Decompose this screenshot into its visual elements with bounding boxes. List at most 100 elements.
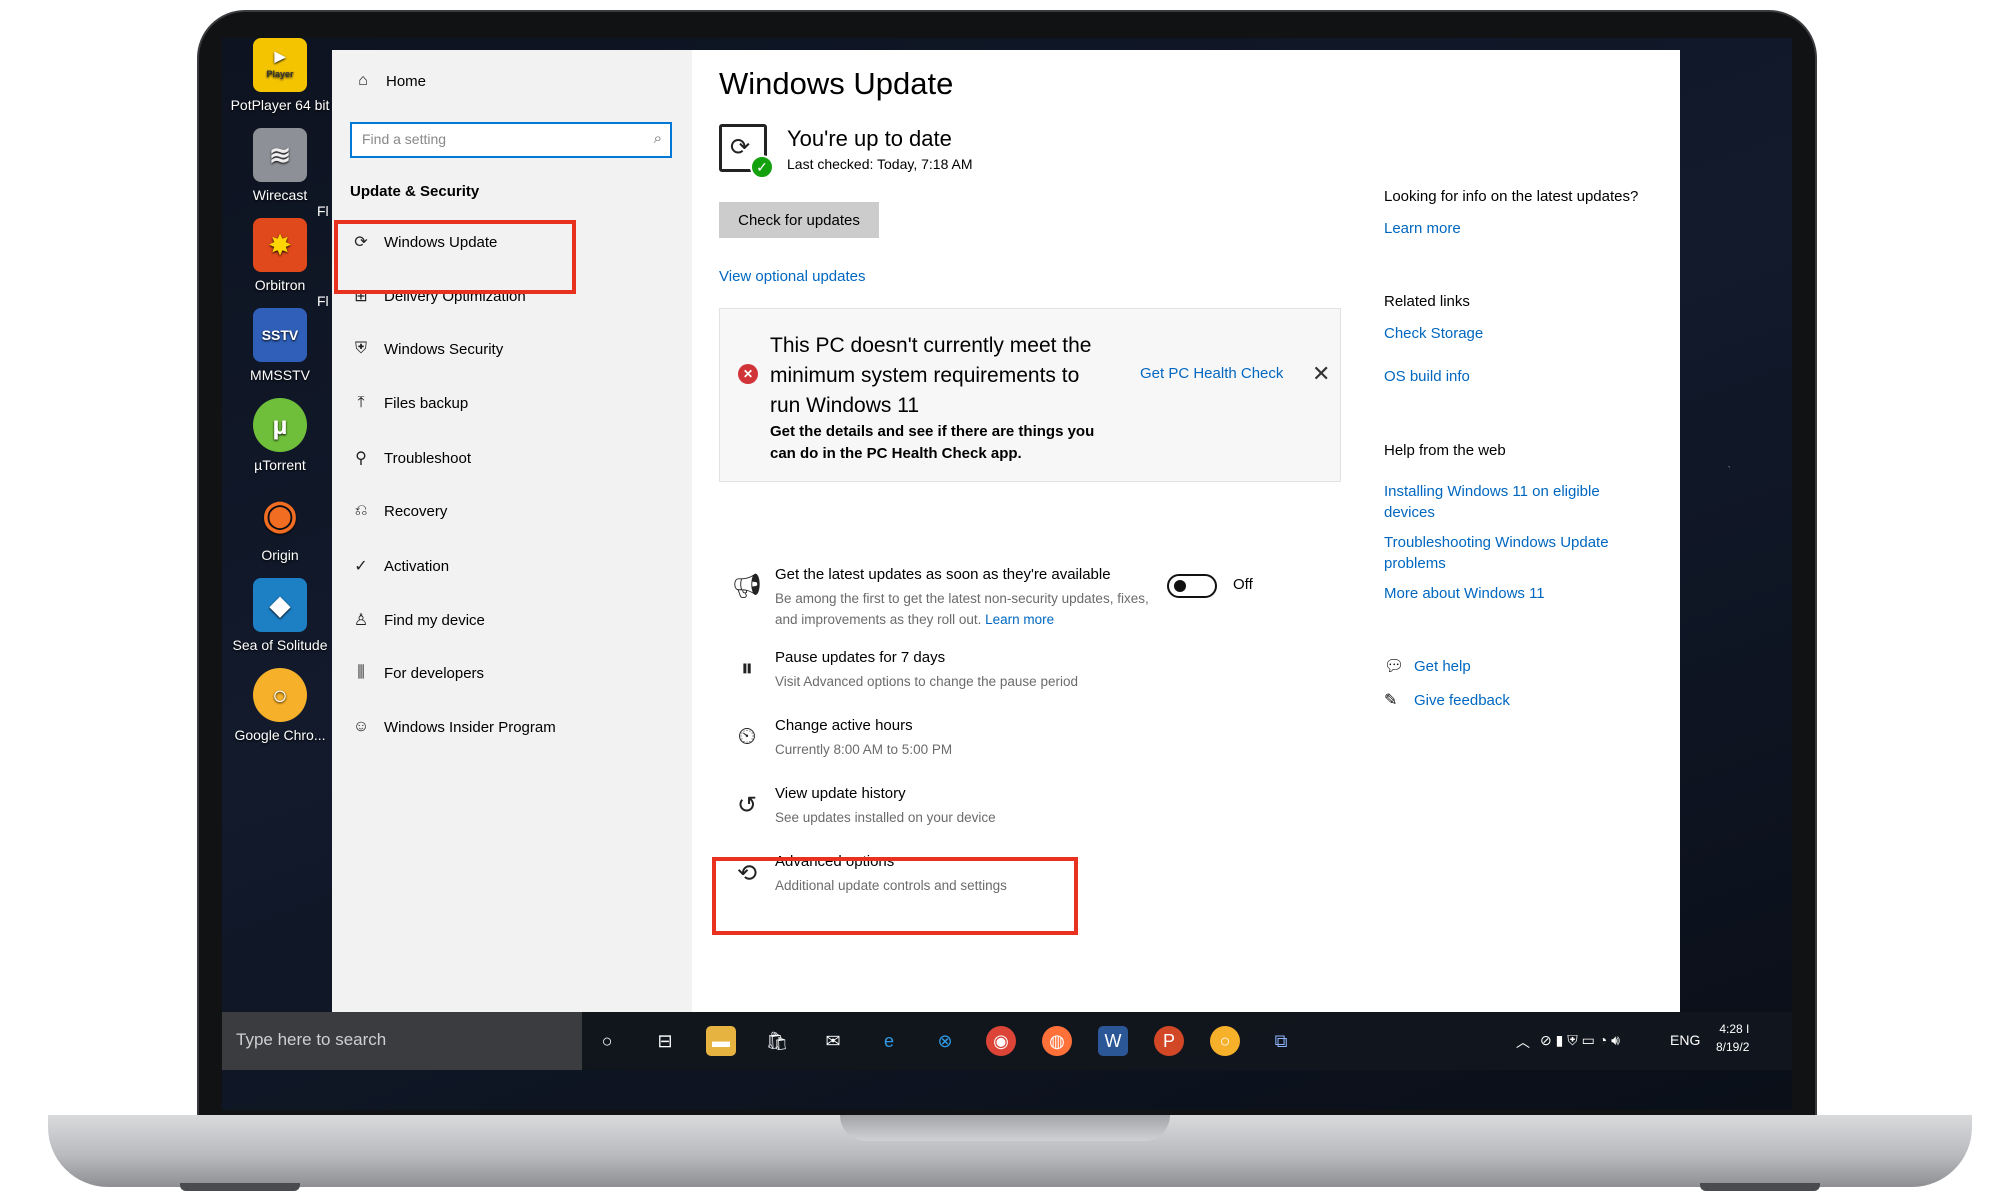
option-view-update-history[interactable]: ↺ View update history See updates instal… — [719, 785, 1319, 833]
file-explorer-icon[interactable]: ▬ — [706, 1026, 736, 1056]
sidebar-home[interactable]: ⌂ Home — [352, 72, 426, 90]
sidebar-item-for-developers[interactable]: ⫼ For developers — [350, 664, 484, 682]
find-setting-input[interactable]: Find a setting ⌕ — [350, 122, 672, 158]
desktop-icon-wirecast[interactable]: ≋ Wirecast — [230, 128, 330, 204]
sidebar-item-find-my-device[interactable]: ♙ Find my device — [350, 610, 485, 630]
last-checked-text: Last checked: Today, 7:18 AM — [787, 156, 973, 172]
orbitron-icon: ✸ — [253, 218, 307, 272]
potplayer-icon: ▶ Player — [253, 38, 307, 92]
os-build-info-link[interactable]: OS build info — [1384, 366, 1674, 387]
learn-more-updates-link[interactable]: Learn more — [1384, 218, 1674, 239]
related-links-title: Related links — [1384, 293, 1470, 310]
taskbar-search-box[interactable]: Type here to search — [222, 1012, 582, 1070]
help-chat-icon: 💬︎ — [1384, 658, 1405, 675]
sidebar-item-recovery[interactable]: ⎌ Recovery — [350, 502, 448, 520]
megaphone-icon: 📢︎ — [731, 572, 763, 600]
history-icon: ↺ — [736, 791, 758, 819]
show-hidden-icons-chevron-icon[interactable]: ︿ — [1516, 1032, 1530, 1052]
close-icon[interactable]: ✕ — [1312, 361, 1330, 387]
sidebar-item-activation[interactable]: ✓ Activation — [350, 556, 449, 576]
option-pause-updates[interactable]: ⏸︎ Pause updates for 7 days Visit Advanc… — [719, 649, 1319, 697]
firefox-icon[interactable]: ◍ — [1042, 1026, 1072, 1056]
search-icon: ⌕ — [653, 130, 662, 147]
feedback-icon: ✎ — [1384, 692, 1398, 709]
taskbar-clock[interactable]: 4:28 I 8/19/2 — [1716, 1020, 1749, 1056]
get-help-item[interactable]: 💬︎ Get help — [1384, 656, 1674, 677]
laptop-foot — [180, 1183, 300, 1191]
desktop-icon-orbitron[interactable]: ✸ Orbitron — [230, 218, 330, 294]
wrench-icon: ⚲ — [355, 450, 367, 467]
task-view-icon[interactable]: ⊟ — [650, 1026, 680, 1056]
mmsstv-icon: SSTV — [253, 308, 307, 362]
more-about-windows-11-link[interactable]: More about Windows 11 — [1384, 583, 1674, 604]
cortana-icon[interactable]: ○ — [592, 1026, 622, 1056]
sliders-icon: ⫼ — [357, 664, 365, 681]
edge-icon[interactable]: e — [874, 1026, 904, 1056]
desktop-icon-origin[interactable]: ◉ Origin — [230, 488, 330, 564]
check-storage-link[interactable]: Check Storage — [1384, 323, 1674, 344]
recovery-icon: ⎌ — [354, 502, 368, 519]
desktop-icon-google-chrome[interactable]: ○ Google Chro... — [230, 668, 330, 744]
view-optional-updates-link[interactable]: View optional updates — [719, 268, 866, 285]
chrome-icon: ○ — [253, 668, 307, 722]
remote-desktop-icon[interactable]: ⧉ — [1266, 1026, 1296, 1056]
error-icon: ✕ — [738, 364, 758, 384]
insider-icon: ☺ — [352, 718, 370, 735]
learn-more-link[interactable]: Learn more — [985, 612, 1054, 627]
sidebar-item-files-backup[interactable]: ⤒ Files backup — [350, 394, 468, 412]
sidebar-item-windows-security[interactable]: ⛨ Windows Security — [350, 340, 503, 358]
chrome-canary-icon[interactable]: ○ — [1210, 1026, 1240, 1056]
word-icon[interactable]: W — [1098, 1026, 1128, 1056]
option-latest-updates: 📢︎ Get the latest updates as soon as the… — [731, 566, 1253, 627]
option-change-active-hours[interactable]: ⏲︎ Change active hours Currently 8:00 AM… — [719, 717, 1319, 765]
desktop-icon-potplayer[interactable]: ▶ Player PotPlayer 64 bit — [230, 38, 330, 114]
page-title: Windows Update — [719, 66, 954, 101]
latest-updates-toggle[interactable] — [1167, 574, 1217, 598]
update-status-icon: ⟳ ✓ — [719, 124, 774, 179]
desktop-icon-utorrent[interactable]: µ µTorrent — [230, 398, 330, 474]
highlight-box-advanced-options — [712, 857, 1078, 935]
powerpoint-icon[interactable]: P — [1154, 1026, 1184, 1056]
wirecast-icon: ≋ — [253, 128, 307, 182]
highlight-box-windows-update — [334, 220, 576, 294]
sidebar-item-windows-insider-program[interactable]: ☺ Windows Insider Program — [350, 718, 556, 736]
desktop-icon-mmsstv[interactable]: SSTV MMSSTV — [230, 308, 330, 384]
info-text: Looking for info on the latest updates? — [1384, 188, 1639, 205]
mail-icon[interactable]: ✉ — [818, 1026, 848, 1056]
origin-icon: ◉ — [262, 493, 298, 537]
status-title: You're up to date — [787, 126, 952, 151]
laptop-notch — [840, 1115, 1170, 1141]
desktop-screen: ▶ Player PotPlayer 64 bit ≋ Wirecast ✸ Or… — [222, 38, 1792, 1110]
check-for-updates-button[interactable]: Check for updates — [719, 202, 879, 238]
pause-icon: ⏸︎ — [741, 655, 753, 682]
person-icon: ♙ — [353, 612, 369, 629]
give-feedback-item[interactable]: ✎ Give feedback — [1384, 690, 1674, 711]
notice-title: This PC doesn't currently meet the minim… — [770, 334, 1092, 417]
installing-windows-11-link[interactable]: Installing Windows 11 on eligible device… — [1384, 481, 1644, 523]
desktop-icon-sea-of-solitude[interactable]: ◆ Sea of Solitude — [230, 578, 330, 654]
sidebar-item-troubleshoot[interactable]: ⚲ Troubleshoot — [350, 448, 471, 468]
clock-gear-icon: ⏲︎ — [737, 723, 757, 750]
xbox-icon[interactable]: ⊗ — [930, 1026, 960, 1056]
chrome-taskbar-icon[interactable]: ◉ — [986, 1026, 1016, 1056]
store-icon[interactable]: 🛍︎ — [762, 1026, 792, 1056]
settings-sidebar: ⌂ Home Find a setting ⌕ Update & Securit… — [332, 50, 692, 1012]
taskbar: Type here to search ○ ⊟ ▬ 🛍︎ ✉ e ⊗ ◉ ◍ W… — [222, 1012, 1792, 1070]
windows11-requirements-notice: ✕ This PC doesn't currently meet the min… — [719, 308, 1341, 482]
troubleshooting-windows-update-link[interactable]: Troubleshooting Windows Update problems — [1384, 532, 1644, 574]
section-title: Update & Security — [350, 183, 480, 200]
notice-body: Get the details and see if there are thi… — [770, 423, 1095, 462]
success-check-icon: ✓ — [750, 155, 774, 179]
get-pc-health-check-link[interactable]: Get PC Health Check — [1140, 365, 1283, 382]
backup-icon: ⤒ — [357, 394, 365, 411]
laptop-foot — [1700, 1183, 1820, 1191]
windows-update-panel: Windows Update ⟳ ✓ You're up to date Las… — [692, 50, 1680, 1012]
shield-icon: ⛨ — [354, 340, 367, 357]
help-from-web-title: Help from the web — [1384, 442, 1506, 459]
language-indicator[interactable]: ENG — [1670, 1032, 1700, 1048]
utorrent-icon: µ — [253, 398, 307, 452]
tray-apps-icons[interactable]: ⊘ ▮ ⛨ ▭ ◔ 🔊︎ — [1540, 1032, 1620, 1049]
toggle-state-label: Off — [1233, 576, 1253, 593]
home-icon: ⌂ — [358, 72, 368, 89]
check-circle-icon: ✓ — [354, 558, 368, 575]
